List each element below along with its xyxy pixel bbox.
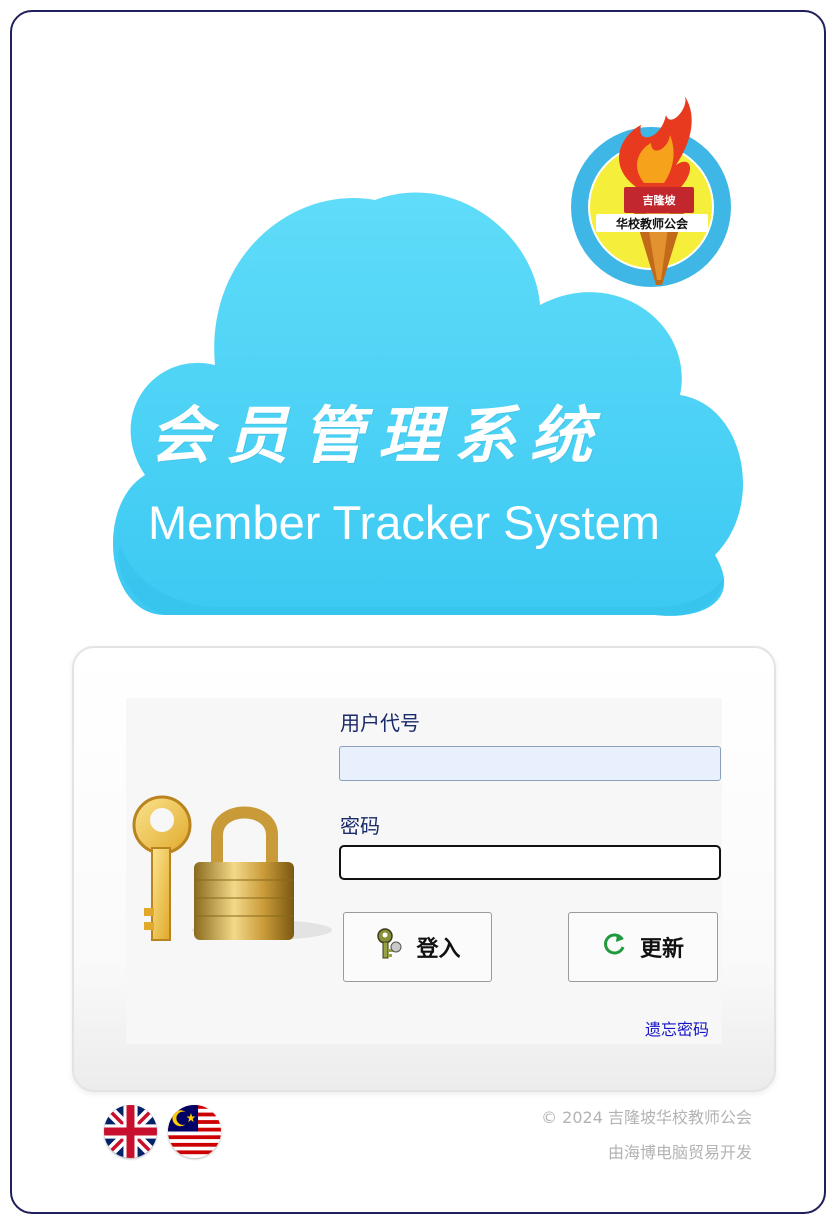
- refresh-icon: [602, 931, 628, 963]
- key-lock-icon: [122, 790, 332, 950]
- app-title-chinese: 会员管理系统: [150, 399, 607, 472]
- developer-credit: 由海博电脑贸易开发: [607, 1143, 752, 1162]
- login-button[interactable]: 登入: [343, 912, 492, 982]
- malaysia-flag-icon[interactable]: [168, 1105, 221, 1158]
- login-button-label: 登入: [416, 937, 461, 962]
- username-label: 用户代号: [340, 711, 420, 735]
- key-icon: [374, 927, 404, 967]
- copyright-text: © 2024 吉隆坡华校教师公会: [541, 1108, 752, 1127]
- logo-text-main: 华校教师公会: [616, 216, 689, 231]
- password-label: 密码: [340, 814, 380, 838]
- password-input[interactable]: [339, 845, 721, 880]
- refresh-button-label: 更新: [639, 937, 684, 962]
- association-logo: 吉隆坡 华校教师公会: [566, 95, 736, 300]
- uk-flag-icon[interactable]: [104, 1105, 157, 1158]
- refresh-button[interactable]: 更新: [568, 912, 718, 982]
- app-title-english: Member Tracker System: [148, 496, 660, 549]
- logo-text-top: 吉隆坡: [643, 193, 677, 207]
- forgot-password-link[interactable]: 遗忘密码: [645, 1016, 709, 1040]
- username-input[interactable]: [339, 746, 721, 781]
